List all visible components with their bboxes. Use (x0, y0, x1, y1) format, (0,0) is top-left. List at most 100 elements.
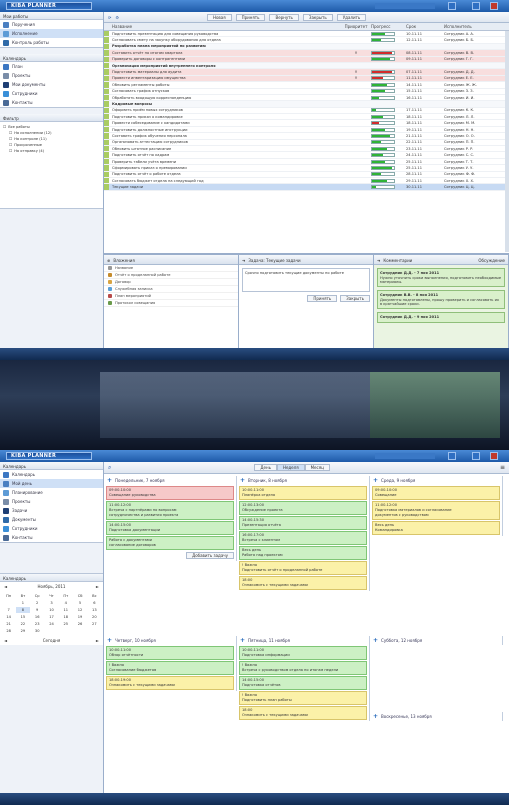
sidebar-item[interactable]: Исполнение (0, 29, 103, 38)
calendar-event[interactable]: Работа с документами согласование договор… (106, 536, 234, 550)
add-event-icon[interactable]: + (373, 477, 378, 484)
calendar-day[interactable]: 23 (31, 621, 44, 627)
next-icon[interactable]: ► (96, 638, 99, 643)
calendar-day[interactable]: 6 (88, 600, 101, 606)
calendar-day[interactable]: 7 (2, 607, 15, 613)
sidebar-item[interactable]: Контакты (0, 98, 103, 107)
settings-icon[interactable]: ⚙ (115, 15, 119, 20)
calendar-event[interactable]: 09:00-10:00 Совещание (372, 486, 500, 500)
sidebar-item[interactable]: Планирование (0, 488, 103, 497)
calendar-event[interactable]: 18:00-19:00 Ознакомить с текущими задачам… (106, 676, 234, 690)
prev-month-icon[interactable]: ◄ (4, 584, 7, 589)
table-row[interactable]: Текущие задачи 30.11.11 Сотрудник Ц. Ц. (104, 184, 509, 191)
checkbox-icon[interactable]: ☐ (9, 149, 12, 153)
calendar-day[interactable]: 22 (16, 621, 29, 627)
search-icon[interactable]: ⌕ (108, 464, 111, 472)
calendar-day[interactable]: 13 (88, 607, 101, 613)
sidebar-item[interactable]: Проекты (0, 71, 103, 80)
calendar-day[interactable]: 4 (59, 600, 72, 606)
sidebar-item[interactable]: Календарь (0, 470, 103, 479)
calendar-event[interactable]: Весь день Командировка (372, 521, 500, 535)
calendar-day[interactable]: 24 (45, 621, 58, 627)
user-menu[interactable] (375, 453, 435, 459)
attachment-row[interactable]: Протокол совещания (104, 300, 238, 307)
calendar-day[interactable]: 2 (31, 600, 44, 606)
add-event-icon[interactable]: + (107, 477, 112, 484)
calendar-day[interactable]: 11 (59, 607, 72, 613)
add-task-button[interactable]: Добавить задачу (186, 552, 234, 559)
calendar-day[interactable]: 12 (73, 607, 86, 613)
attachment-row[interactable]: Служебная записка (104, 286, 238, 293)
calendar-event[interactable]: 14:00-15:30 Презентация отчёта (239, 516, 367, 530)
close-icon[interactable] (490, 452, 498, 460)
toolbar-button[interactable]: Вернуть (269, 13, 299, 21)
calendar-day[interactable]: 1 (16, 600, 29, 606)
sidebar-item[interactable]: Сотрудники (0, 89, 103, 98)
toolbar-button[interactable]: Закрыть (302, 13, 333, 21)
toolbar-button[interactable]: Удалить (336, 13, 367, 21)
close-icon[interactable] (490, 2, 498, 10)
calendar-event[interactable]: 09:00-10:00 Совещание руководства (106, 486, 234, 500)
calendar-event[interactable]: Весь день Работа над проектом (239, 546, 367, 560)
calendar-event[interactable]: 11:00-12:00 Подготовка материалов и согла… (372, 501, 500, 520)
sidebar-item[interactable]: Задачи (0, 506, 103, 515)
prev-icon[interactable]: ◄ (4, 638, 7, 643)
view-week-button[interactable]: Неделя (276, 464, 305, 471)
toolbar-button[interactable]: Новая (206, 13, 232, 21)
calendar-day[interactable]: 15 (16, 614, 29, 620)
calendar-day[interactable]: 9 (31, 607, 44, 613)
user-menu[interactable] (375, 3, 435, 9)
checkbox-icon[interactable]: ☐ (3, 125, 6, 129)
sidebar-item[interactable]: Контакты (0, 533, 103, 542)
add-event-icon[interactable]: + (373, 713, 378, 720)
calendar-event[interactable]: 16:00-17:00 Встреча с клиентом (239, 531, 367, 545)
calendar-day[interactable]: 19 (73, 614, 86, 620)
attachment-row[interactable]: Договор (104, 279, 238, 286)
attachment-row[interactable]: Название (104, 265, 238, 272)
view-day-button[interactable]: День (254, 464, 277, 471)
next-month-icon[interactable]: ► (96, 584, 99, 589)
add-event-icon[interactable]: + (373, 637, 378, 644)
calendar-event[interactable]: 11:00-12:00 Встреча с партнёрами по вопро… (106, 501, 234, 520)
calendar-event[interactable]: 18:00 Ознакомить с текущими задачами (239, 706, 367, 720)
calendar-event[interactable]: 10:00-11:00 Планёрка отдела (239, 486, 367, 500)
menu-icon[interactable]: ≡ (500, 464, 505, 471)
help-icon[interactable] (448, 2, 456, 10)
calendar-event[interactable]: 14:00-15:00 Подготовка документации (106, 521, 234, 535)
refresh-icon[interactable]: ⟳ (108, 15, 111, 20)
add-event-icon[interactable]: + (107, 637, 112, 644)
calendar-day[interactable]: 30 (31, 628, 44, 634)
checkbox-icon[interactable]: ☐ (9, 137, 12, 141)
toolbar-button[interactable]: Принять (235, 13, 266, 21)
column-header[interactable]: Приоритет (341, 23, 371, 30)
column-header[interactable]: Исполнитель (441, 23, 491, 30)
sidebar-item[interactable]: Контроль работы (0, 38, 103, 47)
add-event-icon[interactable]: + (240, 637, 245, 644)
calendar-event[interactable]: 10:00-11:00 Обзор отчётности (106, 646, 234, 660)
help-icon[interactable] (448, 452, 456, 460)
close-button[interactable]: Закрыть (340, 295, 370, 302)
column-header[interactable]: Срок (403, 23, 441, 30)
sidebar-item[interactable]: Мои документы (0, 80, 103, 89)
task-text-field[interactable]: Срочно подготовить текущие документы по … (242, 268, 370, 292)
minimize-icon[interactable] (472, 2, 480, 10)
sidebar-item[interactable]: Проекты (0, 497, 103, 506)
calendar-day[interactable]: 21 (2, 621, 15, 627)
calendar-day[interactable]: 8 (16, 607, 30, 613)
calendar-day[interactable]: 10 (45, 607, 58, 613)
sidebar-item[interactable]: Сотрудники (0, 524, 103, 533)
calendar-day[interactable]: 26 (73, 621, 86, 627)
calendar-event[interactable]: ! Важно Подготовить план работы (239, 691, 367, 705)
calendar-day[interactable]: 20 (88, 614, 101, 620)
add-event-icon[interactable]: + (240, 477, 245, 484)
today-button[interactable]: Сегодня (43, 638, 61, 643)
checkbox-icon[interactable]: ☐ (9, 131, 12, 135)
calendar-event[interactable]: 14:00-15:00 Подготовка отчётов (239, 676, 367, 690)
grid-scrollbar[interactable] (505, 31, 509, 252)
calendar-day[interactable]: 18 (59, 614, 72, 620)
sidebar-item[interactable]: Документы (0, 515, 103, 524)
calendar-event[interactable]: ! Важно Согласование бюджетов (106, 661, 234, 675)
sidebar-item[interactable]: Поручения (0, 20, 103, 29)
calendar-event[interactable]: 18:00 Ознакомить с текущими задачами (239, 576, 367, 590)
calendar-day[interactable]: 5 (73, 600, 86, 606)
